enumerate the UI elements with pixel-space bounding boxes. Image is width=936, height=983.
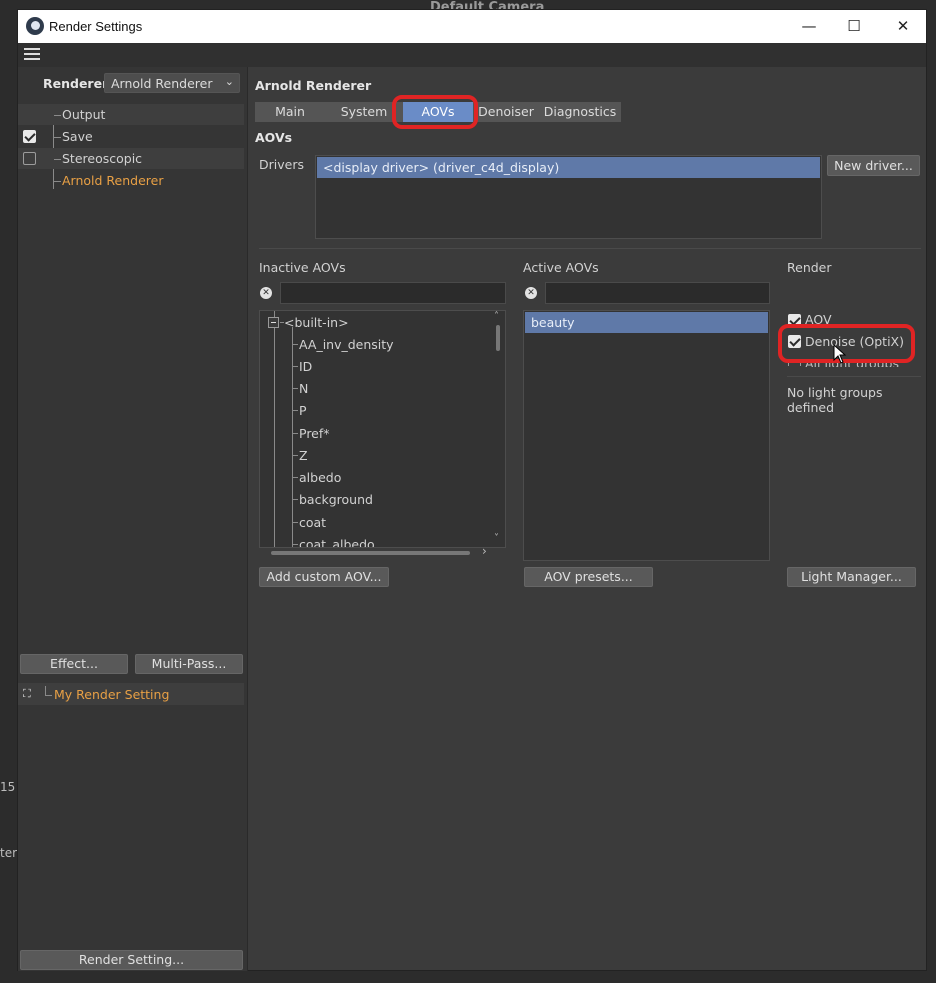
tree-item-arnold-renderer[interactable]: Arnold Renderer bbox=[18, 170, 244, 191]
renderer-dropdown[interactable]: Arnold Renderer ⌄ bbox=[104, 73, 240, 93]
inactive-aovs-label: Inactive AOVs bbox=[259, 260, 346, 275]
horizontal-scrollbar-thumb[interactable] bbox=[271, 551, 470, 555]
driver-row-selected[interactable]: <display driver> (driver_c4d_display) bbox=[317, 157, 820, 178]
render-setting-button[interactable]: Render Setting... bbox=[20, 950, 243, 970]
new-driver-button[interactable]: New driver... bbox=[827, 155, 920, 176]
drivers-list[interactable]: <display driver> (driver_c4d_display) bbox=[315, 155, 822, 239]
tree-item-label: Arnold Renderer bbox=[62, 173, 164, 188]
inactive-aovs-list[interactable]: <built-in> AA_inv_density ID N P Pref* Z… bbox=[259, 310, 506, 548]
inactive-filter-input[interactable] bbox=[280, 282, 506, 304]
tree-branch bbox=[292, 544, 298, 545]
scroll-down-icon[interactable]: ˅ bbox=[494, 533, 499, 544]
divider bbox=[787, 376, 921, 377]
list-item[interactable]: Pref* bbox=[299, 426, 330, 441]
tree-branch bbox=[292, 499, 298, 500]
add-custom-aov-button[interactable]: Add custom AOV... bbox=[259, 567, 389, 587]
tree-branch bbox=[292, 477, 298, 478]
light-manager-button[interactable]: Light Manager... bbox=[787, 567, 916, 587]
tab-diagnostics[interactable]: Diagnostics bbox=[539, 102, 621, 122]
effect-button[interactable]: Effect... bbox=[20, 654, 128, 674]
built-in-group[interactable]: <built-in> bbox=[284, 315, 349, 330]
tree-connector bbox=[274, 311, 275, 547]
active-aovs-label: Active AOVs bbox=[523, 260, 599, 275]
list-item[interactable]: coat_albedo bbox=[299, 537, 375, 547]
render-settings-window: Render Settings — ☐ ✕ Renderer Arnold Re… bbox=[17, 9, 927, 971]
highlight-ring-aovs-tab bbox=[392, 95, 478, 129]
render-setting-list-item[interactable]: ⛶ My Render Setting bbox=[18, 683, 244, 705]
close-button[interactable]: ✕ bbox=[890, 14, 916, 38]
tree-branch bbox=[54, 159, 61, 160]
cinema4d-app-icon bbox=[26, 17, 44, 35]
collapse-icon[interactable] bbox=[268, 317, 279, 328]
tree-item-output[interactable]: Output bbox=[18, 104, 244, 125]
tree-item-stereoscopic[interactable]: Stereoscopic bbox=[18, 148, 244, 169]
background-frame-number: 15 bbox=[0, 780, 16, 794]
focus-target-icon: ⛶ bbox=[23, 687, 31, 700]
list-item[interactable]: P bbox=[299, 403, 307, 418]
maximize-button[interactable]: ☐ bbox=[841, 14, 867, 38]
tree-item-label: Stereoscopic bbox=[62, 151, 143, 166]
tree-item-label: Output bbox=[62, 107, 106, 122]
tree-item-label: Save bbox=[62, 129, 93, 144]
drivers-label: Drivers bbox=[259, 157, 304, 172]
tree-connector bbox=[292, 327, 293, 547]
hamburger-menu-icon[interactable] bbox=[24, 48, 40, 62]
tree-branch bbox=[54, 137, 61, 138]
list-item[interactable]: albedo bbox=[299, 470, 341, 485]
clear-filter-icon[interactable]: ✕ bbox=[260, 287, 272, 299]
tree-branch bbox=[292, 522, 298, 523]
active-aov-row-selected[interactable]: beauty bbox=[525, 312, 768, 333]
minimize-button[interactable]: — bbox=[796, 14, 822, 38]
menu-bar bbox=[18, 43, 926, 67]
left-panel: Renderer Arnold Renderer ⌄ Output Save S… bbox=[18, 67, 248, 971]
clear-filter-icon[interactable]: ✕ bbox=[525, 287, 537, 299]
no-light-groups-text: No light groups defined bbox=[787, 385, 883, 415]
section-title: AOVs bbox=[255, 130, 293, 145]
list-item[interactable]: coat bbox=[299, 515, 326, 530]
tree-branch bbox=[292, 366, 298, 367]
list-item[interactable]: N bbox=[299, 381, 308, 396]
divider bbox=[259, 248, 921, 249]
title-bar: Render Settings — ☐ ✕ bbox=[18, 10, 926, 43]
tree-branch bbox=[292, 455, 298, 456]
tree-branch bbox=[292, 388, 298, 389]
tree-branch bbox=[54, 181, 61, 182]
render-label: Render bbox=[787, 260, 832, 275]
renderer-dropdown-value: Arnold Renderer bbox=[111, 76, 213, 91]
scroll-left-icon[interactable]: ‹ bbox=[262, 545, 266, 547]
tab-denoiser[interactable]: Denoiser bbox=[473, 102, 539, 122]
stereoscopic-checkbox[interactable] bbox=[23, 152, 36, 165]
vertical-scrollbar-thumb[interactable] bbox=[496, 325, 500, 351]
scroll-up-icon[interactable]: ˄ bbox=[494, 311, 499, 322]
tree-branch bbox=[45, 695, 52, 696]
aov-presets-button[interactable]: AOV presets... bbox=[524, 567, 653, 587]
list-item[interactable]: background bbox=[299, 492, 373, 507]
renderer-header: Arnold Renderer bbox=[255, 78, 372, 93]
renderer-label: Renderer bbox=[43, 76, 109, 91]
active-aovs-list[interactable]: beauty bbox=[523, 310, 770, 561]
tree-branch bbox=[292, 433, 298, 434]
list-item[interactable]: AA_inv_density bbox=[299, 337, 394, 352]
save-checkbox[interactable] bbox=[23, 130, 36, 143]
list-item[interactable]: ID bbox=[299, 359, 312, 374]
list-item[interactable]: Z bbox=[299, 448, 308, 463]
mouse-cursor-icon bbox=[833, 344, 847, 364]
multi-pass-button[interactable]: Multi-Pass... bbox=[135, 654, 243, 674]
tree-item-save[interactable]: Save bbox=[18, 126, 244, 147]
scroll-right-icon[interactable]: › bbox=[482, 544, 487, 558]
tree-branch bbox=[54, 115, 61, 116]
chevron-down-icon: ⌄ bbox=[224, 75, 234, 88]
active-filter-input[interactable] bbox=[545, 282, 770, 304]
tab-main[interactable]: Main bbox=[255, 102, 325, 122]
tree-branch bbox=[292, 344, 298, 345]
tree-connector bbox=[45, 686, 46, 695]
render-setting-name: My Render Setting bbox=[54, 687, 170, 702]
window-title: Render Settings bbox=[49, 19, 143, 34]
tree-branch bbox=[292, 410, 298, 411]
